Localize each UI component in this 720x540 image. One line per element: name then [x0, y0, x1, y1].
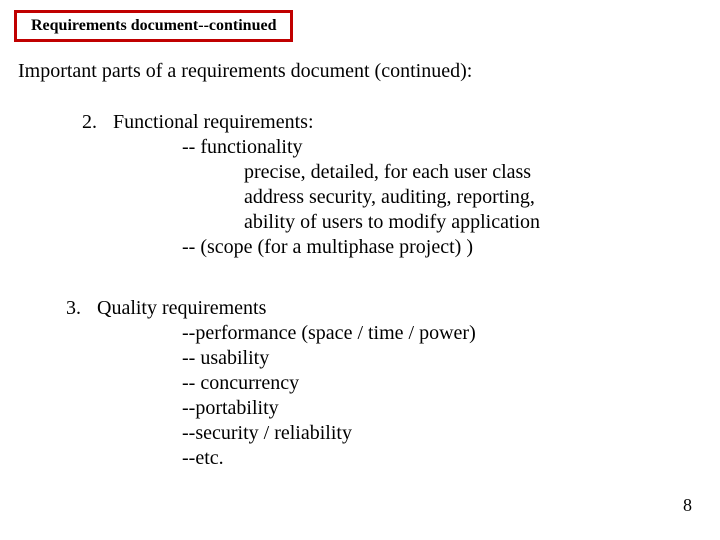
section-3-line-6: --etc. [66, 446, 476, 471]
section-2-title: Functional requirements: [113, 111, 314, 133]
section-3-line-5: --security / reliability [66, 421, 476, 446]
section-3-title: Quality requirements [97, 297, 266, 319]
slide-header-text: Requirements document--continued [31, 17, 276, 34]
slide-header-box: Requirements document--continued [14, 10, 293, 42]
page-number: 8 [683, 495, 692, 516]
section-2-detail-1: precise, detailed, for each user class [82, 160, 540, 185]
section-2-sub-functionality: -- functionality [82, 135, 540, 160]
section-2-sub-scope: -- (scope (for a multiphase project) ) [82, 235, 540, 260]
section-3-number: 3. [66, 296, 92, 321]
section-3-line-1: --performance (space / time / power) [66, 321, 476, 346]
section-2-number: 2. [82, 110, 108, 135]
section-3-line-4: --portability [66, 396, 476, 421]
intro-line: Important parts of a requirements docume… [18, 60, 472, 83]
section-3-line-3: -- concurrency [66, 371, 476, 396]
section-2-detail-2: address security, auditing, reporting, [82, 185, 540, 210]
section-3: 3. Quality requirements --performance (s… [66, 296, 476, 471]
section-2: 2. Functional requirements: -- functiona… [82, 110, 540, 260]
section-2-detail-3: ability of users to modify application [82, 210, 540, 235]
section-3-line-2: -- usability [66, 346, 476, 371]
